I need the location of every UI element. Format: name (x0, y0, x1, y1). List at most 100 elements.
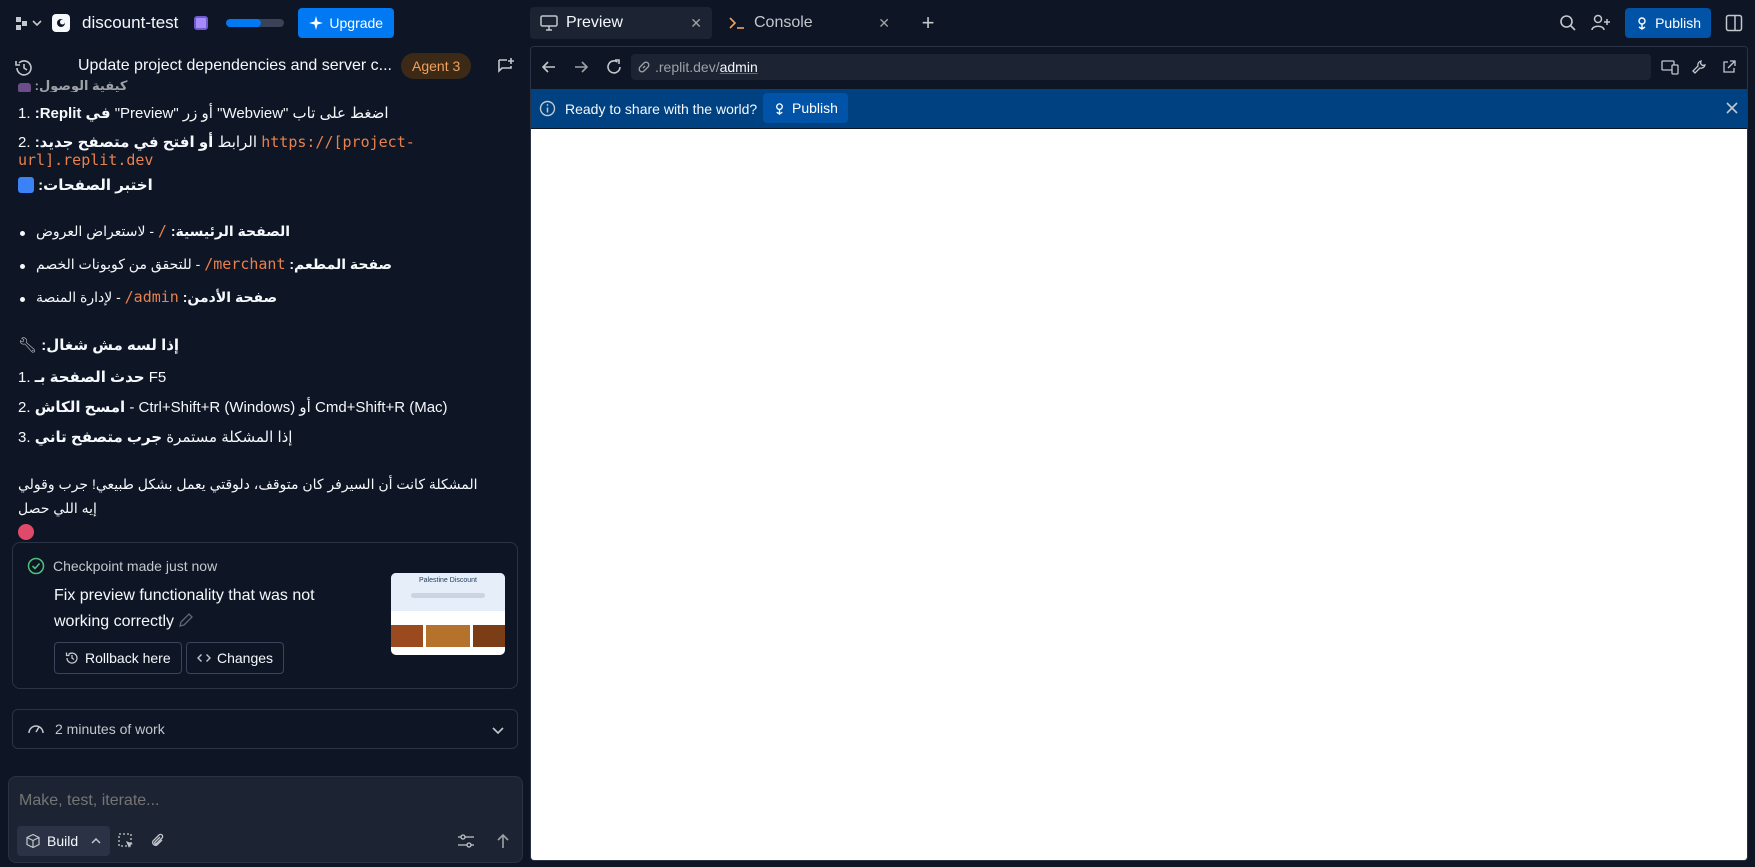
url-bar: .replit.dev/admin (531, 47, 1747, 87)
check-circle-icon (27, 557, 45, 575)
project-status-icon (194, 16, 209, 30)
chat-title[interactable]: Update project dependencies and server c… (78, 57, 392, 75)
url-field[interactable]: .replit.dev/admin (631, 54, 1651, 80)
access-heading: كيفية الوصول: (34, 78, 128, 92)
send-arrow-icon[interactable] (495, 832, 511, 855)
layout-toggle-icon[interactable] (1725, 14, 1743, 32)
back-arrow-icon[interactable] (541, 59, 557, 80)
cube-icon (26, 833, 40, 849)
page-2-bold: صفحة المطعم: (289, 256, 393, 272)
publish-banner: Ready to share with the world? Publish (531, 89, 1747, 128)
link-icon (638, 61, 650, 73)
bullet-icon (20, 264, 25, 269)
checkpoint-header-text: Checkpoint made just now (53, 558, 218, 574)
top-bar-right: Publish (1559, 0, 1743, 46)
publish-icon (1638, 17, 1646, 30)
page-1-path: / (157, 222, 167, 240)
upgrade-label: Upgrade (329, 15, 384, 31)
page-1-text: - لاستعراض العروض (36, 223, 154, 239)
close-icon[interactable] (1725, 101, 1739, 120)
bullet-icon (20, 231, 25, 236)
history-icon (65, 652, 78, 664)
fix-3-number: 3. (18, 429, 31, 446)
fix-heading-line: 🔧︎ إذا لسه مش شغال: (18, 336, 508, 354)
page-1-line: - لاستعراض العروض / الصفحة الرئيسية: (36, 222, 506, 240)
forward-arrow-icon[interactable] (573, 59, 589, 80)
build-mode-label: Build (47, 833, 79, 849)
rollback-label: Rollback here (85, 650, 171, 666)
banner-publish-label: Publish (792, 100, 838, 116)
fix-2-line: 2. امسح الكاش - Ctrl+Shift+R (Windows) أ… (18, 398, 508, 416)
settings-sliders-icon[interactable] (457, 833, 475, 854)
page-2-path: /merchant (204, 255, 286, 273)
workspace-menu-icon[interactable] (14, 15, 42, 31)
step-2-text: الرابط (217, 134, 258, 151)
search-icon[interactable] (1559, 14, 1577, 32)
page-3-text: - لإدارة المنصة (36, 289, 121, 305)
thumbnail-food-image (391, 625, 423, 647)
thumbnail-food-image (426, 625, 470, 647)
banner-publish-button[interactable]: Publish (763, 93, 848, 123)
thumbnail-food-image (473, 625, 505, 647)
element-select-icon[interactable] (117, 832, 135, 855)
open-external-icon[interactable] (1721, 59, 1737, 80)
close-icon[interactable]: ✕ (690, 15, 702, 32)
info-icon (539, 100, 556, 122)
replit-workspace: discount-test Upgrade Preview ✕ Console … (0, 0, 1755, 867)
attachment-icon[interactable] (150, 832, 166, 855)
step-2-line: 2. أو افتح في متصفح جديد: الرابط https:/… (18, 133, 508, 169)
publish-button[interactable]: Publish (1625, 8, 1711, 38)
upgrade-button[interactable]: Upgrade (298, 8, 395, 38)
preview-frame[interactable] (531, 129, 1747, 860)
add-tab-icon[interactable]: + (914, 10, 942, 36)
checkpoint-header: Checkpoint made just now (27, 557, 217, 575)
fix-heading: إذا لسه مش شغال: (41, 337, 180, 354)
reload-icon[interactable] (605, 58, 623, 81)
wrench-icon: 🔧︎ (18, 337, 38, 354)
changes-button[interactable]: Changes (186, 642, 285, 674)
tab-console[interactable]: Console ✕ (718, 7, 900, 39)
close-icon[interactable]: ✕ (878, 15, 890, 32)
fix-3-text: إذا المشكلة مستمرة (166, 429, 293, 446)
tab-preview[interactable]: Preview ✕ (530, 7, 712, 39)
test-heading: اختبر الصفحات: (38, 177, 153, 194)
tab-preview-label: Preview (566, 14, 623, 31)
publish-icon (776, 102, 783, 115)
chat-input[interactable] (19, 787, 509, 815)
step-1-line: 1. في Replit: اضغط على تاب "Webview" أو … (18, 104, 508, 122)
top-bar: discount-test Upgrade Preview ✕ Console … (0, 0, 1755, 46)
fix-1-text: F5 (148, 369, 167, 386)
invite-user-icon[interactable] (1591, 14, 1611, 32)
access-heading-line: كيفية الوصول: (18, 78, 508, 92)
work-summary[interactable]: 2 minutes of work (12, 709, 518, 749)
pane-tabs: Preview ✕ Console ✕ + (530, 6, 942, 40)
project-name[interactable]: discount-test (82, 13, 178, 33)
step-1-bold: في Replit: (34, 105, 111, 122)
agent-badge: Agent 3 (401, 53, 472, 79)
tab-console-label: Console (754, 14, 813, 31)
thumbnail-title: Palestine Discount (419, 577, 477, 584)
step-2-bold: أو افتح في متصفح جديد: (34, 134, 214, 151)
bullet-icon (20, 297, 25, 302)
chevron-down-icon (492, 727, 504, 735)
checkpoint-card: Checkpoint made just now Fix preview fun… (12, 542, 518, 689)
preview-pane: .replit.dev/admin Ready to share with th… (530, 46, 1748, 861)
checkpoint-thumbnail[interactable]: Palestine Discount (391, 573, 505, 655)
edit-pencil-icon[interactable] (178, 613, 194, 630)
page-3-bold: صفحة الأدمن: (182, 289, 278, 305)
thumbnail-nav (411, 593, 485, 598)
target-emoji-icon (18, 524, 34, 540)
composer: Build (8, 776, 523, 863)
wrench-icon[interactable] (1691, 59, 1707, 80)
test-heading-line: اختبر الصفحات: (18, 176, 508, 194)
refresh-emoji-icon (18, 177, 34, 193)
devices-icon[interactable] (1661, 59, 1679, 80)
work-summary-text: 2 minutes of work (55, 721, 165, 737)
fix-1-number: 1. (18, 369, 31, 386)
usage-progress (226, 19, 285, 27)
project-avatar[interactable] (52, 14, 70, 32)
build-mode-button[interactable]: Build (17, 826, 111, 856)
rollback-button[interactable]: Rollback here (54, 642, 182, 674)
fix-1-line: 1. حدث الصفحة بـ F5 (18, 368, 508, 386)
banner-text: Ready to share with the world? (565, 100, 758, 117)
